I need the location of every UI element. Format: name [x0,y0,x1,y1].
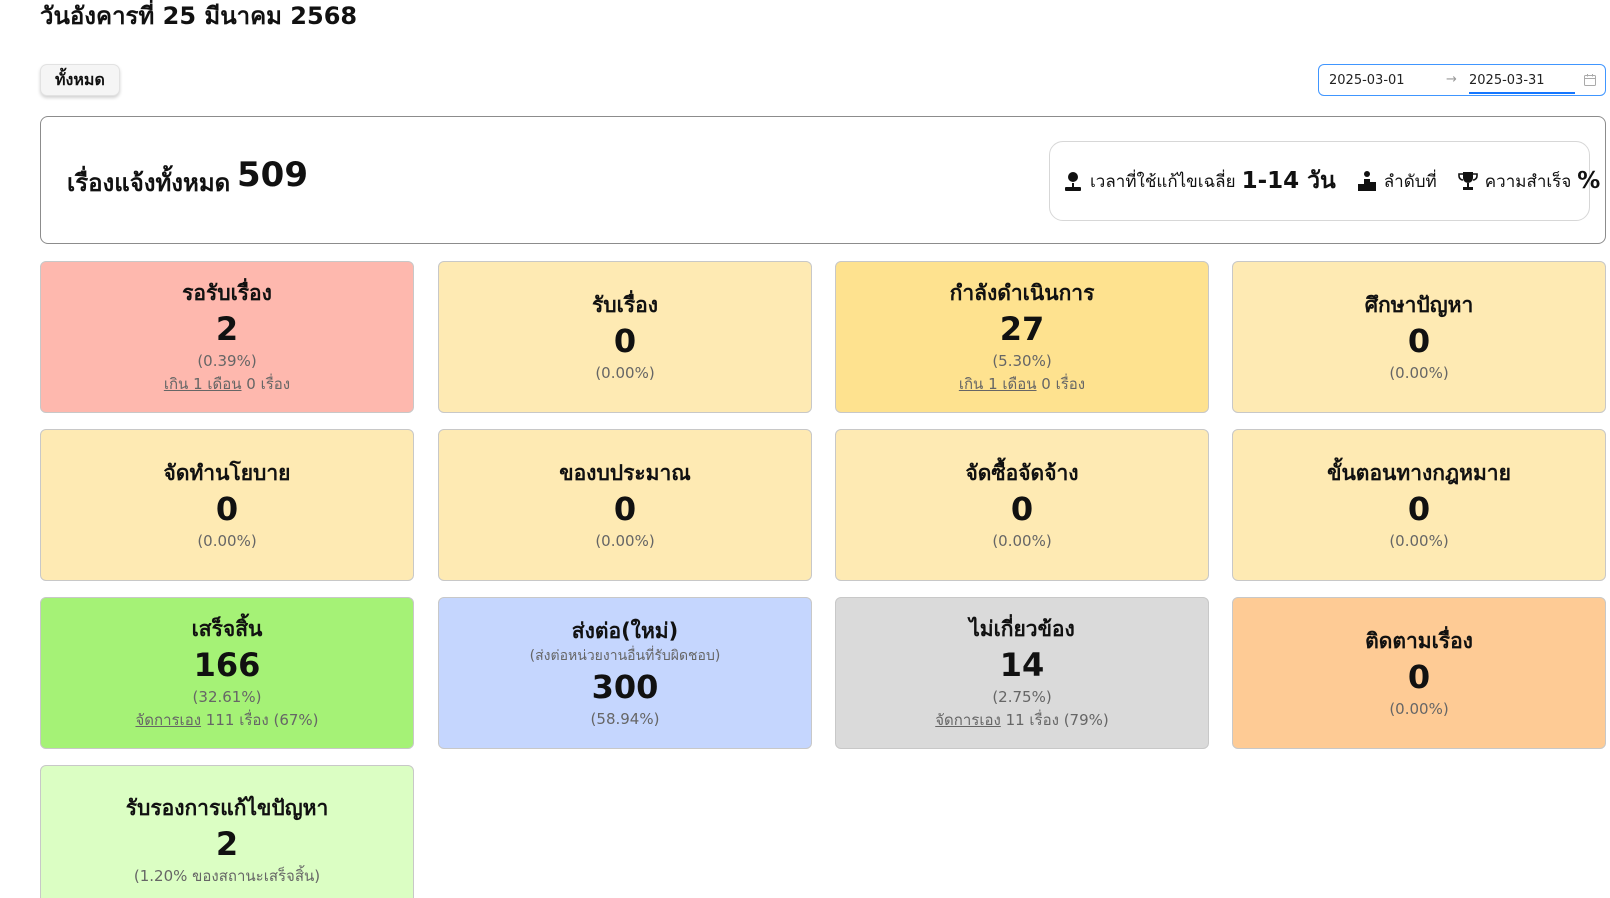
date-range-picker[interactable]: → [1318,64,1606,96]
success-label: ความสำเร็จ [1484,171,1572,192]
avg-time-label: เวลาที่ใช้แก้ไขเฉลี่ย [1090,171,1236,192]
avg-time-value: 1-14 วัน [1241,168,1336,194]
total-reports-label: เรื่องแจ้งทั้งหมด [67,169,231,197]
card-title: จัดทำนโยบาย [163,461,291,485]
all-filter-button[interactable]: ทั้งหมด [40,64,120,96]
card-title: กำลังดำเนินการ [949,281,1095,305]
card-value: 2 [215,825,239,863]
stats-box: เวลาที่ใช้แก้ไขเฉลี่ย 1-14 วัน ลำดับที่ … [1049,141,1600,221]
card-title: ส่งต่อ(ใหม่) [571,619,679,643]
card-title: ศึกษาปัญหา [1364,293,1474,317]
card-overdue: เกิน 1 เดือน 0 เรื่อง [959,372,1085,396]
avg-time-stat: เวลาที่ใช้แก้ไขเฉลี่ย 1-14 วัน [1062,163,1336,199]
card-value: 0 [1407,658,1431,696]
card-value: 2 [215,310,239,348]
status-card-study[interactable]: ศึกษาปัญหา 0 (0.00%) [1232,261,1606,413]
status-card-received[interactable]: รับเรื่อง 0 (0.00%) [438,261,812,413]
self-handled-count: 11 เรื่อง (79%) [1000,711,1109,729]
card-percent: (0.39%) [197,352,257,370]
card-value: 166 [193,646,261,684]
calendar-icon[interactable] [1583,73,1597,87]
range-arrow-icon: → [1446,72,1457,87]
success-stat: ความสำเร็จ % [1457,168,1601,195]
card-percent: (0.00%) [595,532,655,550]
status-card-budget[interactable]: ของบประมาณ 0 (0.00%) [438,429,812,581]
overdue-count: 0 เรื่อง [1036,375,1086,393]
status-card-resolution-certified[interactable]: รับรองการแก้ไขปัญหา 2 (1.20% ของสถานะเสร… [40,765,414,898]
card-percent: (32.61%) [192,688,262,706]
card-percent: (0.00%) [1389,532,1449,550]
start-date-input[interactable] [1329,67,1437,93]
card-value: 14 [999,646,1045,684]
card-percent: (0.00%) [1389,364,1449,382]
card-title: ขั้นตอนทางกฎหมาย [1327,461,1511,485]
card-value: 0 [1010,490,1034,528]
card-title: รอรับเรื่อง [182,281,272,305]
card-subtitle: (ส่งต่อหน่วยงานอื่นที่รับผิดชอบ) [529,648,721,664]
card-title: ของบประมาณ [559,461,691,485]
card-percent: (0.00%) [197,532,257,550]
card-value: 0 [613,322,637,360]
self-handled-link[interactable]: จัดการเอง [135,711,201,729]
total-reports-value: 509 [237,155,308,195]
trophy-icon [1457,172,1478,190]
success-value: % [1577,168,1601,194]
status-card-pending[interactable]: รอรับเรื่อง 2 (0.39%) เกิน 1 เดือน 0 เรื… [40,261,414,413]
card-percent: (5.30%) [992,352,1052,370]
card-percent: (58.94%) [590,710,660,728]
card-self-handled: จัดการเอง 111 เรื่อง (67%) [135,708,318,732]
end-date-input[interactable] [1469,67,1577,93]
status-card-forwarded[interactable]: ส่งต่อ(ใหม่) (ส่งต่อหน่วยงานอื่นที่รับผิ… [438,597,812,749]
page-date-title: วันอังคารที่ 25 มีนาคม 2568 [40,2,358,30]
card-title: รับรองการแก้ไขปัญหา [125,796,329,820]
rank-label: ลำดับที่ [1383,171,1437,192]
active-input-underline [1469,92,1575,94]
card-self-handled: จัดการเอง 11 เรื่อง (79%) [935,708,1109,732]
status-card-in-progress[interactable]: กำลังดำเนินการ 27 (5.30%) เกิน 1 เดือน 0… [835,261,1209,413]
card-value: 300 [591,668,659,706]
card-title: จัดซื้อจัดจ้าง [965,461,1079,485]
overdue-link[interactable]: เกิน 1 เดือน [164,375,242,393]
status-card-legal[interactable]: ขั้นตอนทางกฎหมาย 0 (0.00%) [1232,429,1606,581]
card-overdue: เกิน 1 เดือน 0 เรื่อง [164,372,290,396]
overdue-link[interactable]: เกิน 1 เดือน [959,375,1037,393]
card-value: 27 [999,310,1045,348]
self-handled-link[interactable]: จัดการเอง [935,711,1001,729]
card-percent: (0.00%) [1389,700,1449,718]
card-percent: (0.00%) [992,532,1052,550]
card-title: ติดตามเรื่อง [1365,629,1473,653]
card-title: รับเรื่อง [592,293,658,317]
card-percent: (2.75%) [992,688,1052,706]
overdue-count: 0 เรื่อง [241,375,291,393]
card-value: 0 [613,490,637,528]
card-percent: (1.20% ของสถานะเสร็จสิ้น) [133,867,321,885]
card-value: 0 [215,490,239,528]
status-card-policy[interactable]: จัดทำนโยบาย 0 (0.00%) [40,429,414,581]
person-pin-icon [1065,172,1081,191]
status-card-follow-up[interactable]: ติดตามเรื่อง 0 (0.00%) [1232,597,1606,749]
card-value: 0 [1407,322,1431,360]
status-card-completed[interactable]: เสร็จสิ้น 166 (32.61%) จัดการเอง 111 เรื… [40,597,414,749]
ranking-icon [1357,171,1376,191]
status-card-irrelevant[interactable]: ไม่เกี่ยวข้อง 14 (2.75%) จัดการเอง 11 เร… [835,597,1209,749]
card-title: เสร็จสิ้น [191,617,263,641]
summary-panel: เรื่องแจ้งทั้งหมด 509 เวลาที่ใช้แก้ไขเฉล… [40,116,1606,244]
status-card-procurement[interactable]: จัดซื้อจัดจ้าง 0 (0.00%) [835,429,1209,581]
card-percent: (0.00%) [595,364,655,382]
self-handled-count: 111 เรื่อง (67%) [201,711,319,729]
card-value: 0 [1407,490,1431,528]
card-title: ไม่เกี่ยวข้อง [969,617,1075,641]
rank-stat: ลำดับที่ [1356,168,1437,195]
